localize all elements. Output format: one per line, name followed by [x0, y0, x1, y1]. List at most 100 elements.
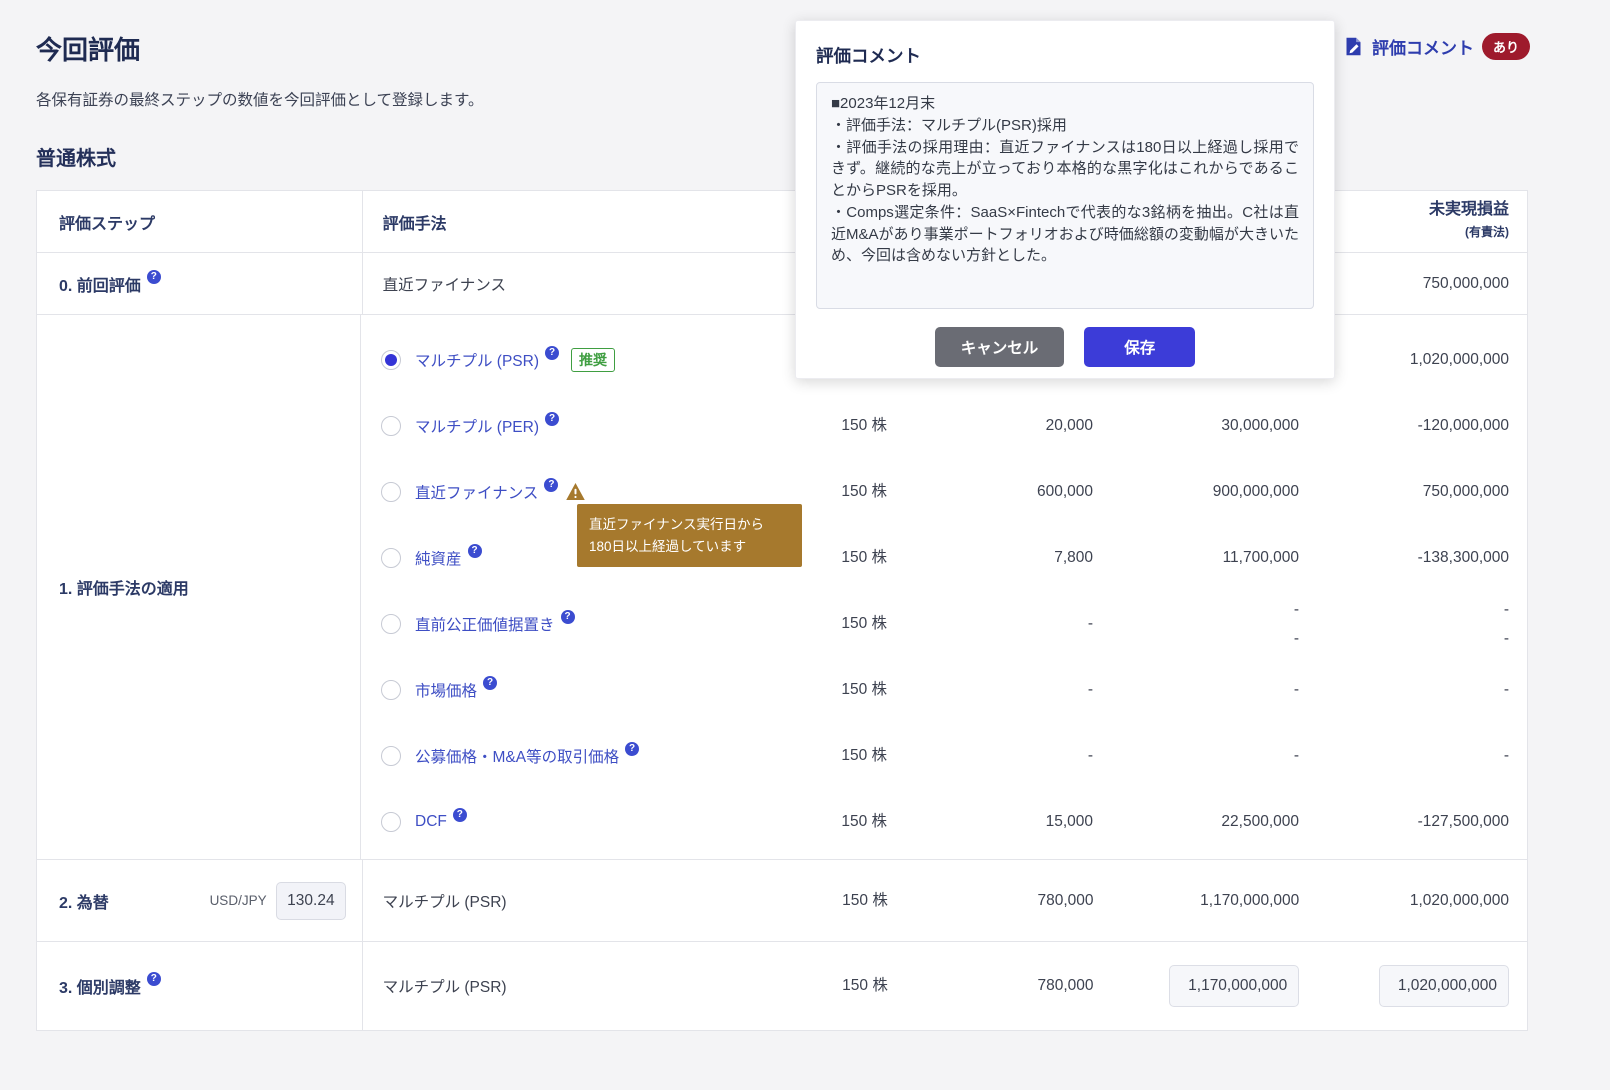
pl-value: -120,000,000	[1417, 417, 1509, 435]
valuation-comment-link[interactable]: 評価コメント あり	[1343, 33, 1530, 60]
method-option-row: DCF ? 150 株 15,000 22,500,000 -127,500,0…	[361, 789, 1527, 855]
radio-market-price[interactable]	[381, 680, 401, 700]
method-name: 直近ファイナンス	[382, 276, 506, 294]
qty-value: 150 株	[841, 681, 887, 699]
radio-multiple-per[interactable]	[381, 416, 401, 436]
comment-link-label: 評価コメント	[1371, 39, 1474, 58]
valuation-value: -	[1293, 681, 1299, 699]
valuation-value: 1,170,000,000	[1200, 891, 1300, 909]
unit-price-value: 780,000	[1037, 977, 1094, 995]
step-label: 3. 個別調整	[59, 980, 141, 997]
dialog-title: 評価コメント	[816, 46, 921, 66]
page-subtitle: 各保有証券の最終ステップの数値を今回評価として登録します。	[36, 92, 484, 109]
help-icon[interactable]: ?	[467, 544, 482, 558]
pl-value: -	[1503, 747, 1509, 765]
pl-header-sub: (有責法)	[1464, 224, 1509, 239]
valuation-value: 900,000,000	[1212, 483, 1299, 501]
warning-icon[interactable]	[566, 483, 586, 505]
step-label: 1. 評価手法の適用	[59, 581, 189, 598]
method-option-row: 公募価格・M&A等の取引価格 ? 150 株 - - -	[361, 723, 1527, 789]
row-individual-adjustment: 3. 個別調整 ? マルチプル (PSR) 150 株 780,000	[37, 942, 1527, 1030]
step-label: 2. 為替	[59, 894, 109, 912]
unit-price-value: 7,800	[1054, 549, 1093, 567]
fx-rate-input[interactable]	[275, 881, 346, 920]
unit-price-value: 600,000	[1036, 483, 1093, 501]
page-title: 今回評価	[36, 35, 141, 65]
help-icon[interactable]: ?	[545, 346, 560, 360]
comment-exists-badge: あり	[1481, 33, 1530, 60]
unit-price-value: 20,000	[1045, 417, 1093, 435]
radio-net-assets[interactable]	[381, 548, 401, 568]
row-method-application: 1. 評価手法の適用 マルチプル (PSR) ? 推奨 1,020,000,00…	[37, 315, 1527, 860]
method-option-label[interactable]: 純資産	[415, 547, 462, 569]
qty-value: 150 株	[842, 891, 888, 909]
method-option-label[interactable]: 直前公正価値据置き	[415, 613, 555, 635]
method-option-label[interactable]: マルチプル (PER)	[415, 415, 539, 437]
qty-value: 150 株	[841, 417, 887, 435]
radio-dcf[interactable]	[381, 812, 401, 832]
valuation-value: - -	[1293, 600, 1299, 647]
document-edit-icon	[1343, 36, 1364, 57]
pl-value: -	[1503, 681, 1509, 699]
unit-price-value: -	[1087, 747, 1093, 765]
method-option-row: マルチプル (PER) ? 150 株 20,000 30,000,000 -1…	[361, 393, 1527, 459]
method-option-label[interactable]: 公募価格・M&A等の取引価格	[415, 745, 619, 767]
help-icon[interactable]: ?	[560, 610, 575, 624]
valuation-value: -	[1293, 747, 1299, 765]
pl-value: -138,300,000	[1417, 549, 1509, 567]
unit-price-value: -	[1087, 615, 1093, 633]
method-option-label[interactable]: 直近ファイナンス	[415, 481, 538, 503]
pl-value: 750,000,000	[1422, 483, 1509, 501]
pl-value: 1,020,000,000	[1409, 351, 1509, 369]
valuation-comment-dialog: 評価コメント ■2023年12月末 ・評価手法：マルチプル(PSR)採用 ・評価…	[795, 20, 1335, 379]
valuation-input[interactable]	[1169, 965, 1300, 1007]
col-header-step: 評価ステップ	[37, 191, 363, 252]
method-option-label[interactable]: 市場価格	[415, 679, 477, 701]
valuation-value: 11,700,000	[1222, 549, 1299, 567]
comment-textarea[interactable]: ■2023年12月末 ・評価手法：マルチプル(PSR)採用 ・評価手法の採用理由…	[816, 82, 1314, 309]
help-icon[interactable]: ?	[483, 676, 498, 690]
pl-header-main: 未実現損益	[1428, 200, 1509, 218]
radio-recent-financing[interactable]	[381, 482, 401, 502]
method-name: マルチプル (PSR)	[382, 979, 507, 996]
qty-value: 150 株	[841, 615, 887, 633]
method-option-row: 純資産 ? 150 株 7,800 11,700,000 -138,300,00…	[361, 525, 1527, 591]
radio-prior-fair-value[interactable]	[381, 614, 401, 634]
unit-price-value: -	[1087, 681, 1093, 699]
qty-value: 150 株	[841, 813, 887, 831]
method-option-label[interactable]: DCF	[415, 813, 447, 831]
help-icon[interactable]: ?	[146, 269, 161, 284]
col-header-unrealized-pl: 未実現損益 (有責法)	[1317, 191, 1527, 252]
current-valuation-page: 今回評価 各保有証券の最終ステップの数値を今回評価として登録します。 普通株式 …	[0, 0, 1610, 1090]
radio-multiple-psr[interactable]	[381, 350, 401, 370]
cancel-button[interactable]: キャンセル	[934, 327, 1065, 367]
method-option-row: 直近ファイナンス ? 150 株 600,000 900,000,000 750…	[361, 459, 1527, 525]
pl-value: 1,020,000,000	[1409, 891, 1509, 909]
section-title-common-stock: 普通株式	[36, 148, 116, 170]
unit-price-value: 15,000	[1045, 813, 1093, 831]
help-icon[interactable]: ?	[544, 478, 559, 492]
recommend-badge: 推奨	[571, 348, 616, 372]
help-icon[interactable]: ?	[452, 808, 467, 822]
fx-pair-label: USD/JPY	[209, 893, 267, 908]
qty-value: 150 株	[842, 977, 888, 995]
col-header-method: 評価手法	[382, 215, 447, 233]
row-fx: 2. 為替 USD/JPY マルチプル (PSR) 150 株 780,000 …	[37, 860, 1527, 942]
help-icon[interactable]: ?	[625, 742, 640, 756]
pl-input[interactable]	[1378, 965, 1509, 1007]
radio-ipo-ma-price[interactable]	[381, 746, 401, 766]
pl-value: - -	[1503, 600, 1509, 647]
help-icon[interactable]: ?	[545, 412, 560, 426]
method-name: マルチプル (PSR)	[382, 893, 507, 911]
warning-tooltip: 直近ファイナンス実行日から 180日以上経過しています	[577, 504, 802, 568]
help-icon[interactable]: ?	[146, 972, 161, 986]
method-option-label[interactable]: マルチプル (PSR)	[415, 349, 539, 371]
method-option-row: 直前公正価値据置き ? 150 株 - - - - -	[361, 591, 1527, 657]
step-label: 0. 前回評価	[59, 277, 141, 295]
qty-value: 150 株	[841, 747, 887, 765]
pl-value: 750,000,000	[1422, 274, 1509, 292]
valuation-value: 22,500,000	[1221, 813, 1299, 831]
valuation-value: 30,000,000	[1221, 417, 1299, 435]
save-button[interactable]: 保存	[1084, 327, 1196, 367]
method-option-row: 市場価格 ? 150 株 - - -	[361, 657, 1527, 723]
